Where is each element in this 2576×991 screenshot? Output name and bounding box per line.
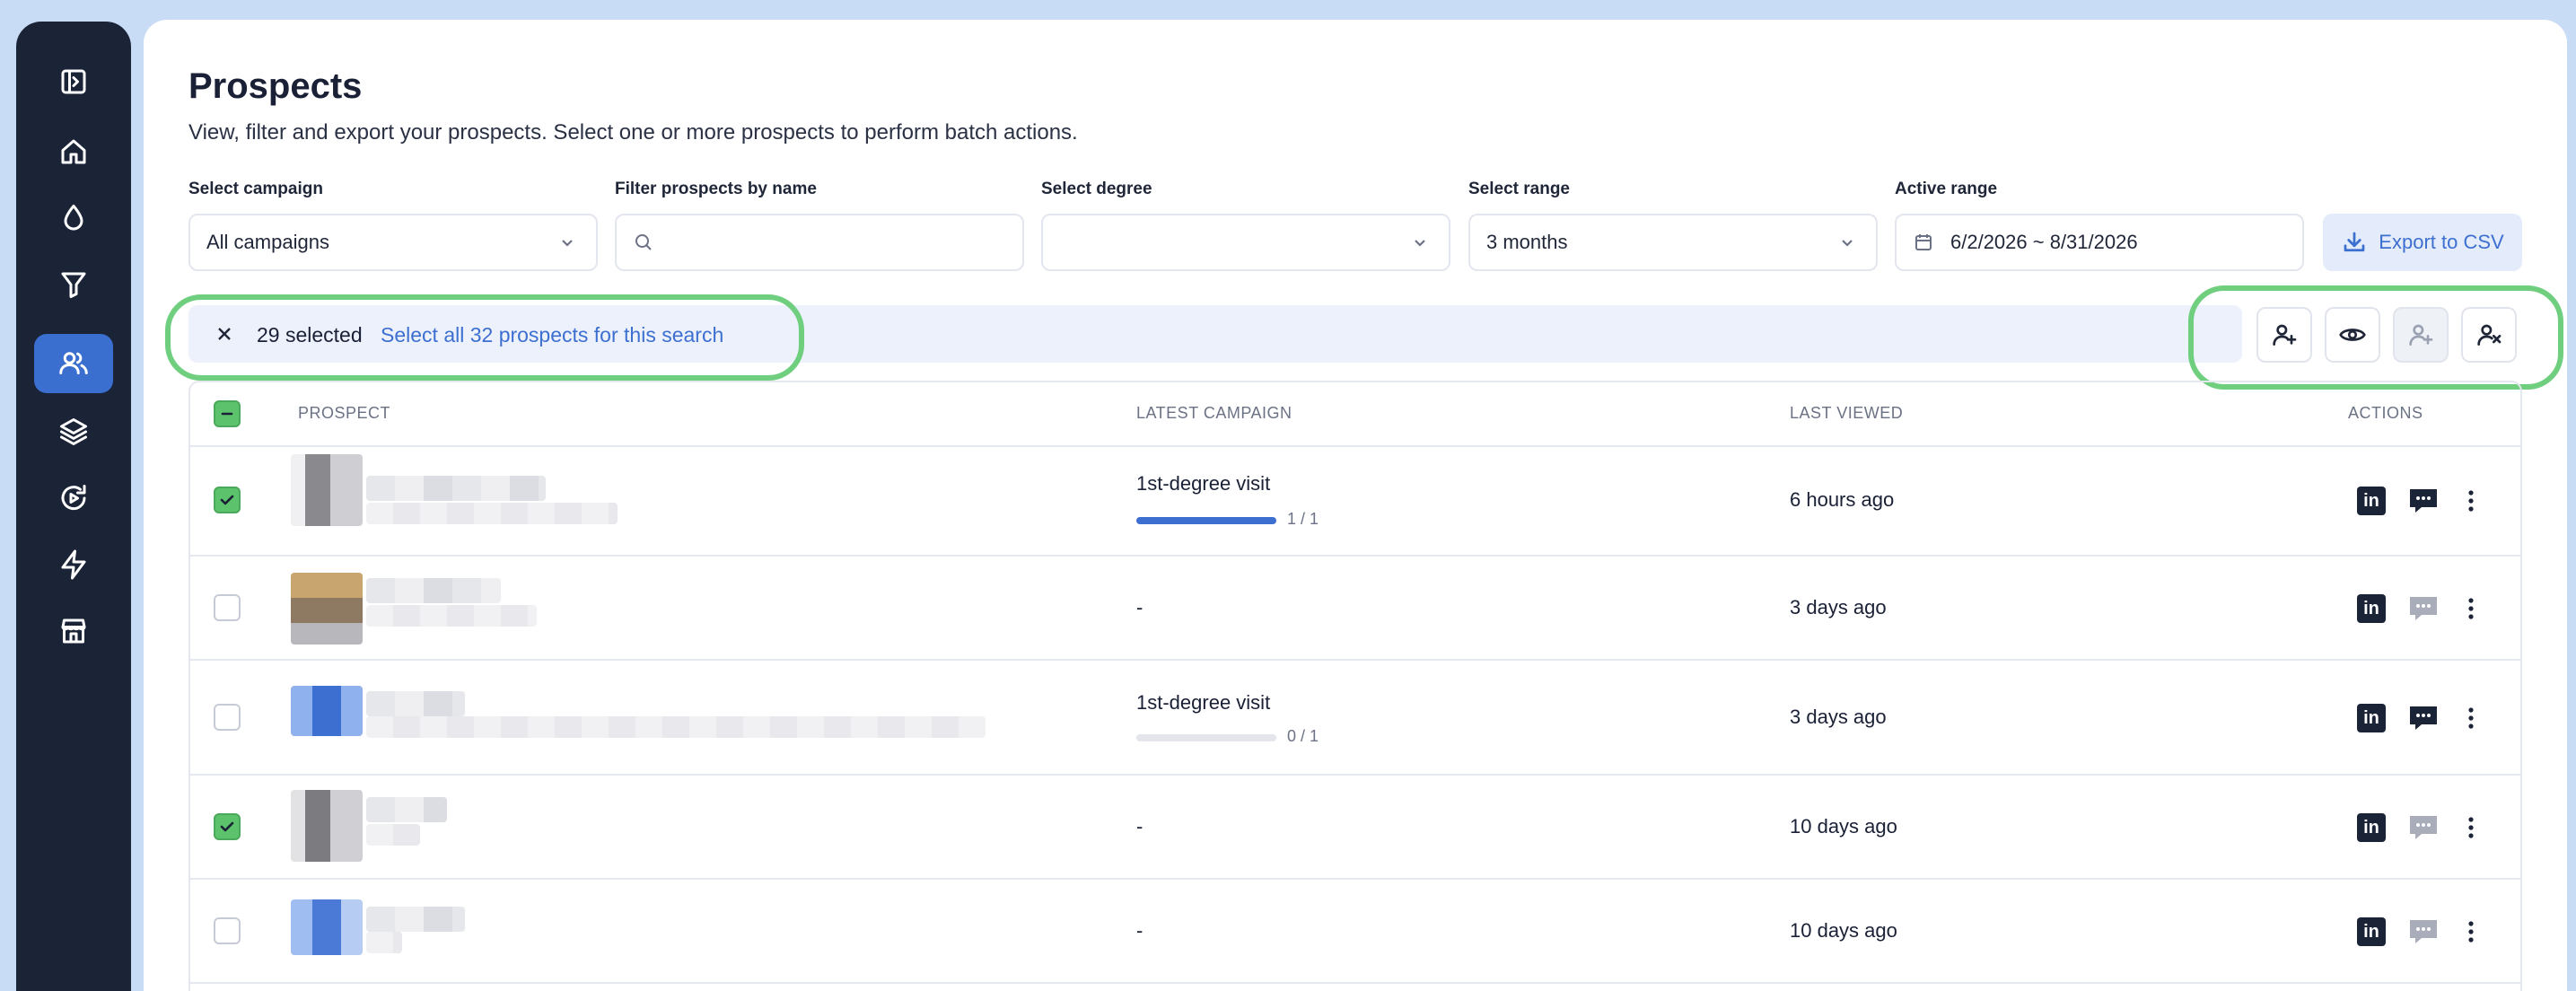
prospect-name[interactable] [366,476,546,501]
row-checkbox[interactable] [214,487,241,513]
table-row: - 10 days ago in [190,880,2520,984]
prospects-table: PROSPECT LATEST CAMPAIGN LAST VIEWED ACT… [188,381,2522,991]
message-icon[interactable] [2407,487,2440,515]
refresh-icon[interactable] [34,469,113,528]
range-filter-label: Select range [1468,180,1570,198]
users-icon[interactable] [34,334,113,393]
header-prospect[interactable]: PROSPECT [298,404,390,423]
chevron-down-icon [558,233,576,251]
prospect-headline [366,503,618,524]
prospect-headline [366,605,537,627]
linkedin-icon[interactable]: in [2357,487,2386,515]
chevron-down-icon [1838,233,1856,251]
header-latest-campaign[interactable]: LATEST CAMPAIGN [1136,404,1292,423]
drop-icon[interactable] [34,189,113,248]
sidebar-toggle-icon[interactable] [34,52,113,111]
more-icon[interactable] [2465,917,2477,946]
main-panel: Prospects View, filter and export your p… [144,20,2567,991]
more-icon[interactable] [2465,813,2477,842]
calendar-icon [1913,232,1934,253]
linkedin-icon[interactable]: in [2357,917,2386,946]
degree-filter-label: Select degree [1041,180,1152,198]
latest-campaign: - [1136,815,1143,838]
campaign-progress-text: 0 / 1 [1287,727,1319,745]
message-icon[interactable] [2407,813,2440,842]
export-csv-button[interactable]: Export to CSV [2323,214,2522,271]
name-search-input[interactable] [615,214,1024,271]
prospect-headline [366,932,402,953]
linkedin-icon[interactable]: in [2357,704,2386,732]
table-row: 1st-degree visit 1 / 1 6 hours ago in [190,447,2520,557]
avatar [291,454,363,526]
row-checkbox[interactable] [214,704,241,731]
row-checkbox[interactable] [214,917,241,944]
store-icon[interactable] [34,601,113,661]
message-icon[interactable] [2407,917,2440,946]
table-row: - 3 days ago in [190,557,2520,661]
home-icon[interactable] [34,122,113,181]
more-icon[interactable] [2465,594,2477,623]
degree-select[interactable] [1041,214,1450,271]
prospect-headline [366,716,986,738]
prospect-name[interactable] [366,578,501,603]
row-checkbox[interactable] [214,594,241,621]
select-all-checkbox[interactable] [214,400,241,427]
name-filter-label: Filter prospects by name [615,180,817,198]
page-title: Prospects [188,66,363,106]
campaign-progress-text: 1 / 1 [1287,510,1319,528]
latest-campaign: - [1136,596,1143,618]
message-icon[interactable] [2407,704,2440,732]
bolt-icon[interactable] [34,535,113,594]
active-range-picker[interactable]: 6/2/2026 ~ 8/31/2026 [1895,214,2304,271]
latest-campaign: 1st-degree visit [1136,472,1271,495]
message-icon[interactable] [2407,594,2440,623]
avatar [291,686,363,736]
avatar [291,573,363,645]
last-viewed: 10 days ago [1790,919,1897,942]
chevron-down-icon [1411,233,1429,251]
avatar [291,899,363,955]
layers-icon[interactable] [34,402,113,461]
last-viewed: 10 days ago [1790,815,1897,838]
range-select-value: 3 months [1486,231,1568,253]
prospect-headline [366,824,420,846]
linkedin-icon[interactable]: in [2357,813,2386,842]
last-viewed: 3 days ago [1790,596,1887,618]
prospect-name[interactable] [366,797,447,822]
page-subtitle: View, filter and export your prospects. … [188,120,1078,145]
actions-highlight [2188,285,2563,390]
campaign-progress-bar [1136,517,1276,524]
active-range-value: 6/2/2026 ~ 8/31/2026 [1950,231,2138,253]
funnel-icon[interactable] [34,255,113,314]
last-viewed: 3 days ago [1790,706,1887,728]
prospect-name[interactable] [366,907,465,932]
header-last-viewed[interactable]: LAST VIEWED [1790,404,1903,423]
row-checkbox[interactable] [214,813,241,840]
selection-highlight [165,294,804,381]
latest-campaign: 1st-degree visit [1136,691,1271,714]
campaign-progress-bar [1136,734,1276,741]
active-range-label: Active range [1895,180,1998,198]
table-row: - 10 days ago in [190,776,2520,880]
range-select[interactable]: 3 months [1468,214,1878,271]
download-icon [2344,232,2365,252]
search-icon [633,232,654,253]
table-row: 1st-degree visit 0 / 1 3 days ago in [190,661,2520,776]
more-icon[interactable] [2465,487,2477,515]
header-actions: ACTIONS [2348,404,2423,422]
campaign-select-value: All campaigns [206,231,329,253]
campaign-filter-label: Select campaign [188,180,323,198]
linkedin-icon[interactable]: in [2357,594,2386,623]
prospect-name[interactable] [366,691,465,716]
table-header: PROSPECT LATEST CAMPAIGN LAST VIEWED ACT… [190,382,2520,447]
export-csv-label: Export to CSV [2379,231,2504,253]
more-icon[interactable] [2465,704,2477,732]
latest-campaign: - [1136,919,1143,942]
campaign-select[interactable]: All campaigns [188,214,598,271]
last-viewed: 6 hours ago [1790,488,1895,511]
sidebar [16,22,131,991]
avatar [291,790,363,862]
